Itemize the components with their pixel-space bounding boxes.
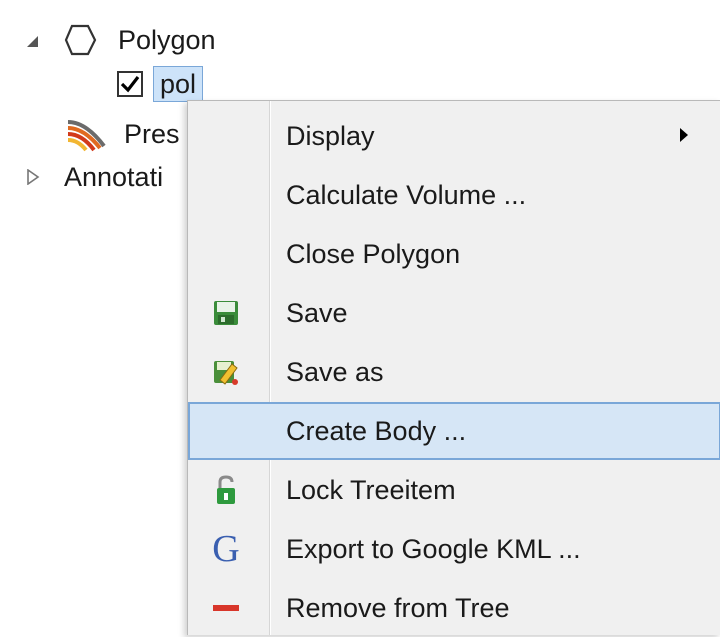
menu-item-export-google-kml[interactable]: G Export to Google KML ... [188,520,720,578]
menu-item-label: Calculate Volume ... [286,180,527,210]
collapse-arrow-icon[interactable] [26,35,40,49]
polygon-icon [64,24,97,56]
checkmark-icon [120,76,140,93]
submenu-arrow-icon [680,128,688,142]
tree-item-label: Pres [124,119,180,149]
menu-item-save-as[interactable]: Save as [188,343,720,401]
google-g-icon: G [212,528,240,570]
tree-item-label: pol [153,66,204,102]
save-icon [202,284,250,342]
menu-item-label: Create Body ... [286,416,467,446]
tree-item-pol[interactable]: pol [117,66,204,102]
lock-icon [202,461,250,519]
menu-item-display[interactable]: Display [188,107,720,165]
menu-item-label: Save as [286,357,384,387]
menu-item-calculate-volume[interactable]: Calculate Volume ... [188,166,720,224]
tree-item-label: Polygon [118,25,216,55]
menu-item-label: Remove from Tree [286,593,510,623]
visibility-checkbox[interactable] [117,71,143,97]
tree-item-annotation[interactable]: Annotati [26,160,163,194]
menu-item-label: Export to Google KML ... [286,534,581,564]
menu-item-label: Lock Treeitem [286,475,456,505]
menu-item-remove-from-tree[interactable]: Remove from Tree [188,579,720,637]
menu-item-label: Display [286,121,375,151]
save-as-icon [202,343,250,401]
tree-item-pres[interactable]: Pres [66,116,180,152]
menu-item-label: Save [286,298,348,328]
tree-item-polygon[interactable]: Polygon [26,22,216,58]
menu-item-save[interactable]: Save [188,284,720,342]
menu-item-create-body[interactable]: Create Body ... [188,402,720,460]
expand-arrow-icon[interactable] [26,169,40,185]
remove-icon [202,579,250,637]
horizon-layers-icon [67,120,106,152]
tree-item-label: Annotati [64,162,164,192]
context-menu: Display Calculate Volume ... Close Polyg… [187,100,720,635]
menu-item-close-polygon[interactable]: Close Polygon [188,225,720,283]
menu-item-lock-treeitem[interactable]: Lock Treeitem [188,461,720,519]
menu-item-label: Close Polygon [286,239,461,269]
